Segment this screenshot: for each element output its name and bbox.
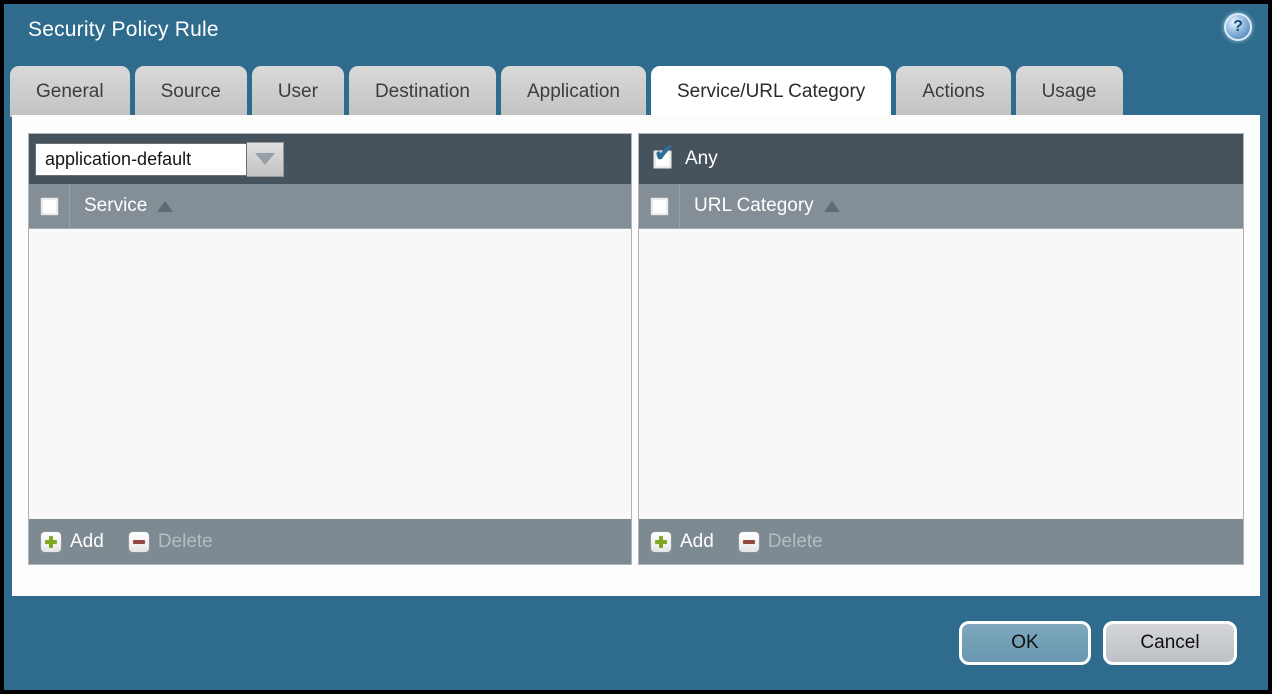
tab-label: Destination <box>375 81 470 103</box>
tab-label: General <box>36 81 104 103</box>
plus-icon <box>650 531 672 553</box>
minus-icon <box>738 531 760 553</box>
tab-user[interactable]: User <box>252 66 344 117</box>
tab-service-url-category[interactable]: Service/URL Category <box>651 66 891 117</box>
chevron-down-icon <box>255 153 275 165</box>
help-glyph: ? <box>1233 18 1243 36</box>
url-category-column-label: URL Category <box>694 195 814 217</box>
url-category-toolbar: Add Delete <box>639 519 1243 564</box>
tab-label: Service/URL Category <box>677 81 865 103</box>
delete-label: Delete <box>768 531 823 553</box>
sort-ascending-icon <box>824 201 840 212</box>
dropdown-button[interactable] <box>247 142 284 177</box>
url-category-column-header[interactable]: URL Category <box>694 195 840 217</box>
url-category-panel: ✔ Any URL Category Add <box>638 133 1244 565</box>
tab-label: Application <box>527 81 620 103</box>
cancel-label: Cancel <box>1140 632 1199 654</box>
dialog-title: Security Policy Rule <box>28 18 219 42</box>
service-delete-button[interactable]: Delete <box>128 531 213 553</box>
url-category-panel-header: ✔ Any <box>639 134 1243 184</box>
sort-ascending-icon <box>157 201 173 212</box>
url-category-select-all-checkbox[interactable] <box>650 197 669 216</box>
help-icon[interactable]: ? <box>1224 13 1252 41</box>
service-select-all-cell <box>29 184 70 228</box>
tab-usage[interactable]: Usage <box>1016 66 1123 117</box>
url-category-select-all-cell <box>639 184 680 228</box>
delete-label: Delete <box>158 531 213 553</box>
service-type-dropdown[interactable]: application-default <box>35 142 284 177</box>
checkmark-icon: ✔ <box>654 142 674 166</box>
tab-actions[interactable]: Actions <box>896 66 1010 117</box>
service-column-header[interactable]: Service <box>84 195 173 217</box>
service-add-button[interactable]: Add <box>40 531 104 553</box>
ok-button[interactable]: OK <box>959 621 1091 665</box>
service-panel: application-default Service <box>28 133 632 565</box>
tab-label: Actions <box>922 81 984 103</box>
plus-icon <box>40 531 62 553</box>
url-category-add-button[interactable]: Add <box>650 531 714 553</box>
url-category-list[interactable] <box>639 229 1243 519</box>
cancel-button[interactable]: Cancel <box>1103 621 1237 665</box>
service-select-all-checkbox[interactable] <box>40 197 59 216</box>
any-label: Any <box>685 148 718 170</box>
tab-destination[interactable]: Destination <box>349 66 496 117</box>
tab-content-area: application-default Service <box>12 115 1260 596</box>
tab-bar: General Source User Destination Applicat… <box>10 66 1123 117</box>
service-column-header-row: Service <box>29 184 631 229</box>
url-category-column-header-row: URL Category <box>639 184 1243 229</box>
service-column-label: Service <box>84 195 147 217</box>
service-type-value[interactable]: application-default <box>35 143 247 176</box>
service-list[interactable] <box>29 229 631 519</box>
any-checkbox[interactable]: ✔ <box>653 150 672 169</box>
service-toolbar: Add Delete <box>29 519 631 564</box>
tab-label: User <box>278 81 318 103</box>
tab-label: Usage <box>1042 81 1097 103</box>
ok-label: OK <box>1011 632 1038 654</box>
security-policy-rule-dialog: Security Policy Rule ? General Source Us… <box>0 0 1272 694</box>
url-category-delete-button[interactable]: Delete <box>738 531 823 553</box>
tab-source[interactable]: Source <box>135 66 247 117</box>
tab-application[interactable]: Application <box>501 66 646 117</box>
add-label: Add <box>70 531 104 553</box>
service-panel-header: application-default <box>29 134 631 184</box>
add-label: Add <box>680 531 714 553</box>
minus-icon <box>128 531 150 553</box>
tab-general[interactable]: General <box>10 66 130 117</box>
tab-label: Source <box>161 81 221 103</box>
